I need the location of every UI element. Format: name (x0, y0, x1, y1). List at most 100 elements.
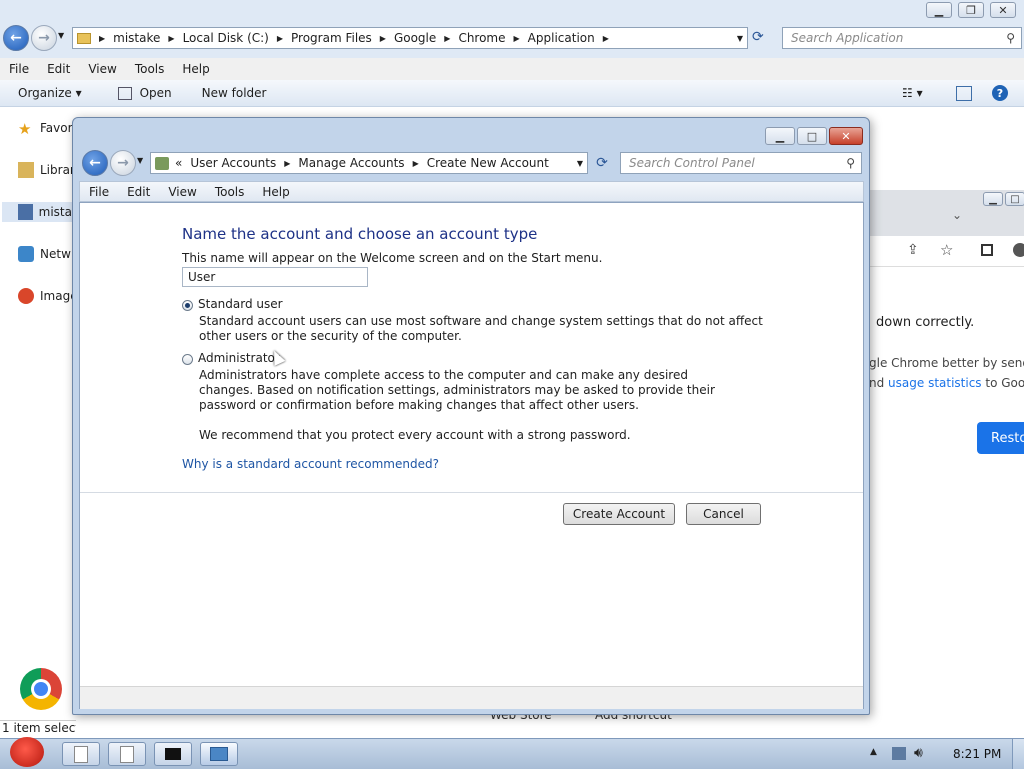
administrator-label[interactable]: Administrator (198, 351, 280, 366)
cancel-button[interactable]: Cancel (686, 503, 761, 525)
standard-user-radio[interactable] (182, 300, 193, 311)
address-dropdown-icon[interactable]: ▼ (577, 159, 583, 168)
dialog-menu-view[interactable]: View (159, 185, 205, 199)
control-panel-search-input[interactable]: Search Control Panel ⚲ (620, 152, 862, 174)
preview-pane-icon[interactable] (956, 85, 972, 101)
network-icon (18, 246, 34, 262)
standard-user-label[interactable]: Standard user (198, 297, 283, 312)
menu-file[interactable]: File (0, 62, 38, 76)
volume-icon[interactable]: 🔊︎ (914, 745, 923, 761)
dialog-maximize-button[interactable]: □ (797, 127, 827, 145)
usage-statistics-link[interactable]: usage statistics (888, 376, 982, 390)
dialog-menu-help[interactable]: Help (253, 185, 298, 199)
taskbar-cmd-button[interactable] (154, 742, 192, 766)
dialog-menubar: File Edit View Tools Help (79, 181, 864, 202)
explorer-titlebar (0, 0, 1024, 24)
explorer-command-bar: Organize ▾ Open New folder ☷ ▾ ? (0, 80, 1024, 107)
network-status-icon[interactable] (892, 747, 906, 760)
dialog-content: Name the account and choose an account t… (79, 202, 864, 709)
new-folder-button[interactable]: New folder (202, 86, 267, 100)
dialog-back-button[interactable]: ← (82, 150, 108, 176)
minimize-icon: ▁ (934, 3, 944, 17)
side-panel-icon[interactable] (981, 244, 993, 256)
command-prompt-icon (165, 748, 181, 760)
chrome-minimize-button[interactable]: ▁ (983, 192, 1003, 206)
restore-icon: ❐ (966, 3, 976, 17)
nav-libraries[interactable]: Librar (18, 160, 75, 180)
search-icon: ⚲ (846, 156, 855, 170)
crumb-chrome[interactable]: Chrome (458, 31, 511, 45)
dialog-minimize-button[interactable]: ▁ (765, 127, 795, 145)
chevron-down-icon[interactable]: ⌄ (952, 208, 962, 222)
password-recommendation: We recommend that you protect every acco… (199, 428, 631, 442)
refresh-icon[interactable]: ⟳ (752, 29, 764, 45)
crumb-create-new-account[interactable]: Create New Account (427, 156, 555, 170)
start-button[interactable] (4, 733, 48, 769)
crumb-google[interactable]: Google (394, 31, 442, 45)
menu-edit[interactable]: Edit (38, 62, 79, 76)
standard-user-desc: Standard account users can use most soft… (199, 314, 763, 343)
document-icon (120, 745, 134, 763)
search-icon: ⚲ (1006, 31, 1015, 45)
crumb-mistake[interactable]: mistake (113, 31, 166, 45)
dialog-menu-file[interactable]: File (80, 185, 118, 199)
crumb-manage-accounts[interactable]: Manage Accounts (298, 156, 410, 170)
view-options-icon[interactable]: ☷ ▾ (902, 86, 923, 100)
dialog-menu-tools[interactable]: Tools (206, 185, 254, 199)
menu-help[interactable]: Help (173, 62, 218, 76)
dialog-refresh-icon[interactable]: ⟳ (592, 152, 612, 174)
organize-button[interactable]: Organize ▾ (18, 86, 82, 100)
account-name-input[interactable]: User (182, 267, 368, 287)
help-icon[interactable]: ? (992, 85, 1008, 101)
taskbar-explorer-button[interactable] (62, 742, 100, 766)
dialog-menu-edit[interactable]: Edit (118, 185, 159, 199)
maximize-icon: □ (806, 129, 818, 143)
recent-pages-icon[interactable]: ▼ (58, 31, 64, 40)
angry-bird-start-icon (10, 737, 44, 767)
crumb-local-disk[interactable]: Local Disk (C:) (183, 31, 275, 45)
crumb-program-files[interactable]: Program Files (291, 31, 378, 45)
explorer-address-bar[interactable]: ▶ mistake ▶ Local Disk (C:) ▶ Program File… (72, 27, 748, 49)
address-dropdown-icon[interactable]: ▼ (737, 34, 743, 43)
control-panel-icon (155, 156, 169, 170)
breadcrumb-overflow[interactable]: « (175, 156, 190, 170)
close-button[interactable]: ✕ (990, 2, 1016, 18)
show-desktop-button[interactable] (1012, 739, 1024, 769)
forward-button[interactable]: → (31, 25, 57, 51)
back-arrow-icon: ← (89, 155, 101, 171)
why-standard-link[interactable]: Why is a standard account recommended? (182, 457, 439, 472)
administrator-radio[interactable] (182, 354, 193, 365)
crumb-application[interactable]: Application (528, 31, 601, 45)
chrome-app-icon[interactable] (20, 668, 62, 710)
crumb-user-accounts[interactable]: User Accounts (190, 156, 282, 170)
nav-network[interactable]: Netw (18, 244, 71, 264)
create-account-button[interactable]: Create Account (563, 503, 675, 525)
dialog-address-bar[interactable]: « User Accounts ▶ Manage Accounts ▶ Create… (150, 152, 588, 174)
open-button[interactable]: Open (117, 86, 172, 100)
taskbar-document-button[interactable] (108, 742, 146, 766)
chrome-restore-button[interactable]: Resto (977, 422, 1024, 454)
chrome-crash-text: down correctly. (876, 315, 975, 330)
folder-icon (77, 32, 91, 44)
nav-image[interactable]: Image (18, 286, 78, 306)
taskbar-control-panel-button[interactable] (200, 742, 238, 766)
profile-icon[interactable] (1013, 243, 1024, 257)
minimize-button[interactable]: ▁ (926, 2, 952, 18)
share-icon[interactable]: ⇪ (907, 242, 919, 258)
dialog-recent-pages-icon[interactable]: ▼ (137, 156, 143, 165)
bookmark-star-icon[interactable]: ☆ (940, 241, 953, 259)
menu-view[interactable]: View (79, 62, 125, 76)
nav-favorites[interactable]: ★ Favor (18, 118, 73, 138)
document-icon (74, 745, 88, 763)
dialog-close-button[interactable]: ✕ (829, 127, 863, 145)
restore-button[interactable]: ❐ (958, 2, 984, 18)
clock[interactable]: 8:21 PM (953, 747, 1001, 761)
minimize-icon: ▁ (989, 193, 997, 205)
back-button[interactable]: ← (3, 25, 29, 51)
show-hidden-icons[interactable]: ▲ (870, 747, 877, 757)
explorer-search-input[interactable]: Search Application ⚲ (782, 27, 1022, 49)
chrome-maximize-button[interactable]: □ (1005, 192, 1024, 206)
nav-computer[interactable]: mista (2, 202, 72, 222)
dialog-forward-button[interactable]: → (110, 150, 136, 176)
menu-tools[interactable]: Tools (126, 62, 174, 76)
